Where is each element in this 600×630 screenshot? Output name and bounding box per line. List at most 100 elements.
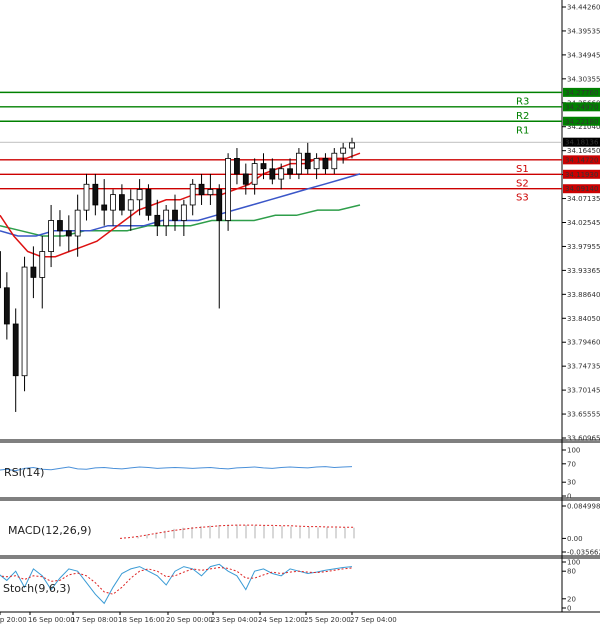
price-tick-label: 33.84050 — [567, 315, 600, 323]
stoch-panel: 10080 20 0 — [0, 559, 580, 613]
stoch-tick-label: 0 — [567, 605, 571, 613]
candles — [0, 137, 355, 412]
candle-up — [74, 209, 81, 237]
candle-down — [260, 163, 267, 170]
level-price-label-R3: 34.27760 — [565, 89, 598, 97]
candle-up — [180, 204, 187, 221]
macd-panel: 0.084998 0.00 -0.035662 — [119, 503, 600, 557]
candle-up — [39, 251, 46, 278]
candle-down — [30, 266, 37, 278]
time-tick-label: 20 Sep 00:00 — [166, 616, 213, 624]
candle-down — [57, 220, 63, 232]
candle-down — [101, 204, 108, 211]
price-tick-label: 33.65555 — [567, 411, 600, 419]
rsi-tick-label: 100 — [567, 447, 580, 455]
stoch-tick-label: 80 — [567, 568, 576, 576]
candle-up — [295, 152, 302, 175]
candle-down — [3, 287, 10, 325]
candle-up — [251, 163, 258, 185]
candle-down — [269, 168, 276, 180]
candle-down — [119, 194, 125, 211]
price-tick-label: 33.79460 — [567, 339, 600, 347]
price-tick-label: 34.39535 — [567, 27, 600, 35]
candle-up — [331, 152, 338, 170]
current-price-label: 34.18136 — [565, 139, 599, 147]
candle-down — [304, 152, 311, 170]
candle-down — [198, 183, 205, 196]
level-price-label-R2: 34.24970 — [565, 103, 598, 111]
candle-up — [225, 158, 232, 221]
time-tick-label: 15 Sep 20:00 — [0, 616, 27, 624]
candle-up — [207, 189, 214, 196]
candle-up — [110, 194, 116, 211]
time-tick-labels: 15 Sep 20:0016 Sep 00:0017 Sep 08:0018 S… — [0, 612, 397, 624]
candle-down — [145, 189, 152, 216]
macd-tick-label: -0.035662 — [567, 549, 600, 557]
candle-up — [48, 220, 54, 252]
price-tick-label: 33.93365 — [567, 267, 600, 275]
candle-down — [0, 251, 1, 289]
price-tick-label: 33.74735 — [567, 363, 600, 371]
candle-up — [278, 168, 285, 180]
time-tick-label: 25 Sep 20:00 — [304, 616, 351, 624]
candle-up — [83, 183, 90, 211]
time-tick-label: 23 Sep 04:00 — [211, 616, 258, 624]
price-tick-label: 33.88640 — [567, 291, 600, 299]
candle-down — [154, 214, 161, 227]
candle-down — [92, 183, 99, 206]
time-tick-label: 24 Sep 12:00 — [258, 616, 305, 624]
trading-chart: 34.4426034.3953534.3494534.3035534.25660… — [0, 0, 600, 626]
stoch-tick-label: 20 — [567, 595, 576, 603]
stoch-label: Stoch(9,6,3) — [3, 582, 71, 595]
time-tick-label: 27 Sep 04:00 — [350, 616, 397, 624]
rsi-line — [0, 466, 353, 472]
rsi-tick-label: 70 — [567, 460, 576, 468]
time-tick-label: 16 Sep 00:00 — [28, 616, 75, 624]
current-price: 34.18136 — [0, 137, 600, 147]
price-tick-label: 34.02545 — [567, 219, 600, 227]
candle-down — [172, 209, 178, 221]
price-tick-label: 34.16450 — [567, 147, 600, 155]
price-tick-label: 34.44260 — [567, 4, 600, 12]
price-tick-label: 34.07135 — [567, 195, 600, 203]
candle-down — [287, 168, 293, 175]
pivot-levels: R3 34.27760 R2 34.24970 R1 34.22180 S1 34.14720… — [0, 87, 600, 204]
level-name-R1: R1 — [516, 125, 529, 136]
candle-up — [313, 158, 320, 170]
price-tick-label: 33.60965 — [567, 435, 600, 443]
candle-up — [127, 199, 134, 211]
candle-down — [322, 158, 329, 170]
level-price-label-S1: 34.14720 — [565, 156, 598, 164]
level-price-label-S2: 34.11930 — [565, 171, 598, 179]
candle-up — [340, 147, 347, 154]
price-tick-label: 34.34945 — [567, 51, 600, 59]
macd-tick-label: 0.084998 — [567, 503, 600, 511]
price-tick-label: 34.30355 — [567, 75, 600, 83]
candle-down — [242, 173, 249, 185]
level-name-S2: S2 — [516, 178, 529, 189]
macd-tick-label: 0.00 — [567, 535, 583, 543]
candle-up — [349, 142, 355, 149]
level-name-R2: R2 — [516, 111, 529, 122]
stoch-tick-label: 100 — [567, 559, 580, 567]
price-tick-label: 33.97955 — [567, 243, 600, 251]
candle-down — [234, 158, 240, 175]
candle-down — [216, 189, 223, 221]
candle-down — [12, 323, 19, 377]
price-tick-labels: 34.4426034.3953534.3494534.3035534.25660… — [562, 4, 600, 443]
rsi-tick-label: 30 — [567, 479, 576, 487]
price-chart-svg: 34.4426034.3953534.3494534.3035534.25660… — [0, 0, 600, 624]
candle-up — [136, 189, 143, 201]
candle-up — [163, 209, 170, 227]
level-name-R3: R3 — [516, 96, 529, 107]
level-name-S1: S1 — [516, 164, 529, 175]
ma-mid-line — [0, 173, 361, 237]
rsi-label: RSI(14) — [4, 466, 44, 479]
time-tick-label: 17 Sep 08:00 — [71, 616, 118, 624]
time-tick-label: 18 Sep 16:00 — [118, 616, 165, 624]
macd-label: MACD(12,26,9) — [8, 524, 92, 537]
level-price-label-R1: 34.22180 — [565, 118, 598, 126]
rsi-panel: 100 70 30 0 — [0, 447, 580, 501]
candle-up — [189, 183, 196, 206]
candle-down — [65, 230, 72, 237]
